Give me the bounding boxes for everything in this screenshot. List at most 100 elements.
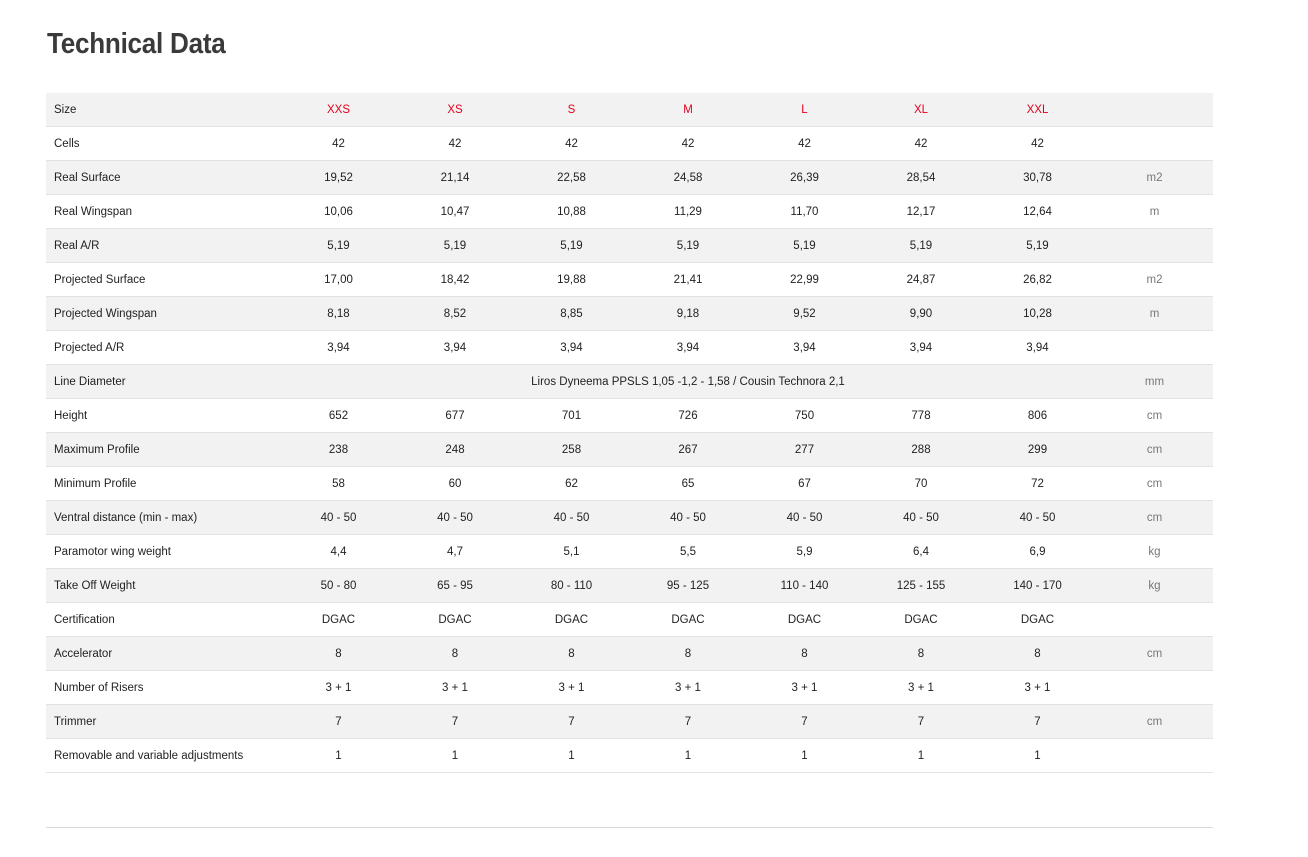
technical-data-table: Size XXS XS S M L XL XXL Cells 42 42 42 42 42 42 42 Real… xyxy=(46,93,1213,773)
value-cell: 19,52 xyxy=(280,160,397,195)
size-header: XS xyxy=(397,93,513,127)
value-cell: 42 xyxy=(513,126,630,161)
value-cell: 22,99 xyxy=(746,262,863,297)
table-row-paramotor-wing-weight: Paramotor wing weight 4,4 4,7 5,1 5,5 5,9 6,4 6… xyxy=(46,534,1213,569)
table-row-real-wingspan: Real Wingspan 10,06 10,47 10,88 11,29 11,70 12… xyxy=(46,194,1213,229)
value-cell: 677 xyxy=(397,398,513,433)
value-cell: 42 xyxy=(397,126,513,161)
size-header: XL xyxy=(863,93,979,127)
value-cell: 1 xyxy=(979,738,1096,773)
table-row-projected-a-r: Projected A/R 3,94 3,94 3,94 3,94 3,94 3,94 3,9… xyxy=(46,330,1213,365)
value-cell: 62 xyxy=(513,466,630,501)
value-cell: 26,39 xyxy=(746,160,863,195)
value-cell: DGAC xyxy=(397,602,513,637)
value-cell: 652 xyxy=(280,398,397,433)
value-cell: 8 xyxy=(630,636,746,671)
value-cell: 248 xyxy=(397,432,513,467)
value-cell: 1 xyxy=(746,738,863,773)
row-label: Real Surface xyxy=(46,160,280,195)
unit-cell xyxy=(1096,738,1213,773)
table-row-projected-surface: Projected Surface 17,00 18,42 19,88 21,41 22,… xyxy=(46,262,1213,297)
value-cell: 8 xyxy=(979,636,1096,671)
row-label: Projected Wingspan xyxy=(46,296,280,331)
size-header: S xyxy=(513,93,630,127)
page-title: Technical Data xyxy=(47,28,226,60)
row-label: Take Off Weight xyxy=(46,568,280,603)
row-label: Height xyxy=(46,398,280,433)
value-cell: 8,85 xyxy=(513,296,630,331)
value-cell: 21,41 xyxy=(630,262,746,297)
unit-cell: cm xyxy=(1096,432,1213,467)
value-cell: 5,19 xyxy=(863,228,979,263)
unit-cell xyxy=(1096,670,1213,705)
row-label: Removable and variable adjustments xyxy=(46,738,280,773)
value-cell: 40 - 50 xyxy=(863,500,979,535)
value-cell: 42 xyxy=(979,126,1096,161)
unit-cell: m xyxy=(1096,296,1213,331)
value-cell: 5,5 xyxy=(630,534,746,569)
value-cell: 5,9 xyxy=(746,534,863,569)
value-cell: 5,19 xyxy=(397,228,513,263)
value-cell: DGAC xyxy=(746,602,863,637)
row-label: Line Diameter xyxy=(46,364,280,399)
value-cell: 3,94 xyxy=(979,330,1096,365)
value-cell: 7 xyxy=(746,704,863,739)
value-cell: DGAC xyxy=(979,602,1096,637)
value-cell: 60 xyxy=(397,466,513,501)
unit-cell: mm xyxy=(1096,364,1213,399)
value-cell: 140 - 170 xyxy=(979,568,1096,603)
size-header: L xyxy=(746,93,863,127)
row-label: Projected Surface xyxy=(46,262,280,297)
row-label: Accelerator xyxy=(46,636,280,671)
value-cell: 72 xyxy=(979,466,1096,501)
value-cell: 65 xyxy=(630,466,746,501)
value-cell: 95 - 125 xyxy=(630,568,746,603)
row-label: Size xyxy=(46,93,280,127)
row-label: Number of Risers xyxy=(46,670,280,705)
value-cell: 7 xyxy=(280,704,397,739)
size-header: XXL xyxy=(979,93,1096,127)
value-cell: 10,88 xyxy=(513,194,630,229)
value-cell: 5,19 xyxy=(513,228,630,263)
value-cell: 40 - 50 xyxy=(280,500,397,535)
value-cell: 3 + 1 xyxy=(746,670,863,705)
row-label: Paramotor wing weight xyxy=(46,534,280,569)
value-cell: 5,19 xyxy=(746,228,863,263)
table-row-ventral-distance-min-max: Ventral distance (min - max) 40 - 50 40 - … xyxy=(46,500,1213,535)
value-cell: 125 - 155 xyxy=(863,568,979,603)
value-cell: 258 xyxy=(513,432,630,467)
value-cell: 110 - 140 xyxy=(746,568,863,603)
unit-cell xyxy=(1096,126,1213,161)
value-cell: 24,87 xyxy=(863,262,979,297)
unit-cell xyxy=(1096,93,1213,127)
table-row-height: Height 652 677 701 726 750 778 806 cm xyxy=(46,398,1213,433)
value-cell: DGAC xyxy=(513,602,630,637)
value-cell: 1 xyxy=(397,738,513,773)
value-cell: DGAC xyxy=(630,602,746,637)
unit-cell: m2 xyxy=(1096,262,1213,297)
row-label: Real Wingspan xyxy=(46,194,280,229)
value-cell: 30,78 xyxy=(979,160,1096,195)
value-cell: 28,54 xyxy=(863,160,979,195)
value-cell: 10,47 xyxy=(397,194,513,229)
value-cell: 3,94 xyxy=(863,330,979,365)
value-cell: 70 xyxy=(863,466,979,501)
value-cell: 40 - 50 xyxy=(630,500,746,535)
row-label: Maximum Profile xyxy=(46,432,280,467)
table-row-number-of-risers: Number of Risers 3 + 13 + 13 + 13 + 13 + … xyxy=(46,670,1213,705)
value-cell: 80 - 110 xyxy=(513,568,630,603)
value-cell: 21,14 xyxy=(397,160,513,195)
value-cell: 3,94 xyxy=(513,330,630,365)
value-cell: 8,52 xyxy=(397,296,513,331)
value-cell: 7 xyxy=(397,704,513,739)
value-cell: 3,94 xyxy=(280,330,397,365)
value-cell: 65 - 95 xyxy=(397,568,513,603)
value-cell: 40 - 50 xyxy=(513,500,630,535)
table-row-take-off-weight: Take Off Weight 50 - 80 65 - 95 80 - 110 95 … xyxy=(46,568,1213,603)
value-cell: 8 xyxy=(513,636,630,671)
row-label: Ventral distance (min - max) xyxy=(46,500,280,535)
unit-cell xyxy=(1096,330,1213,365)
value-cell: 3 + 1 xyxy=(979,670,1096,705)
value-cell: 22,58 xyxy=(513,160,630,195)
value-cell: 1 xyxy=(513,738,630,773)
